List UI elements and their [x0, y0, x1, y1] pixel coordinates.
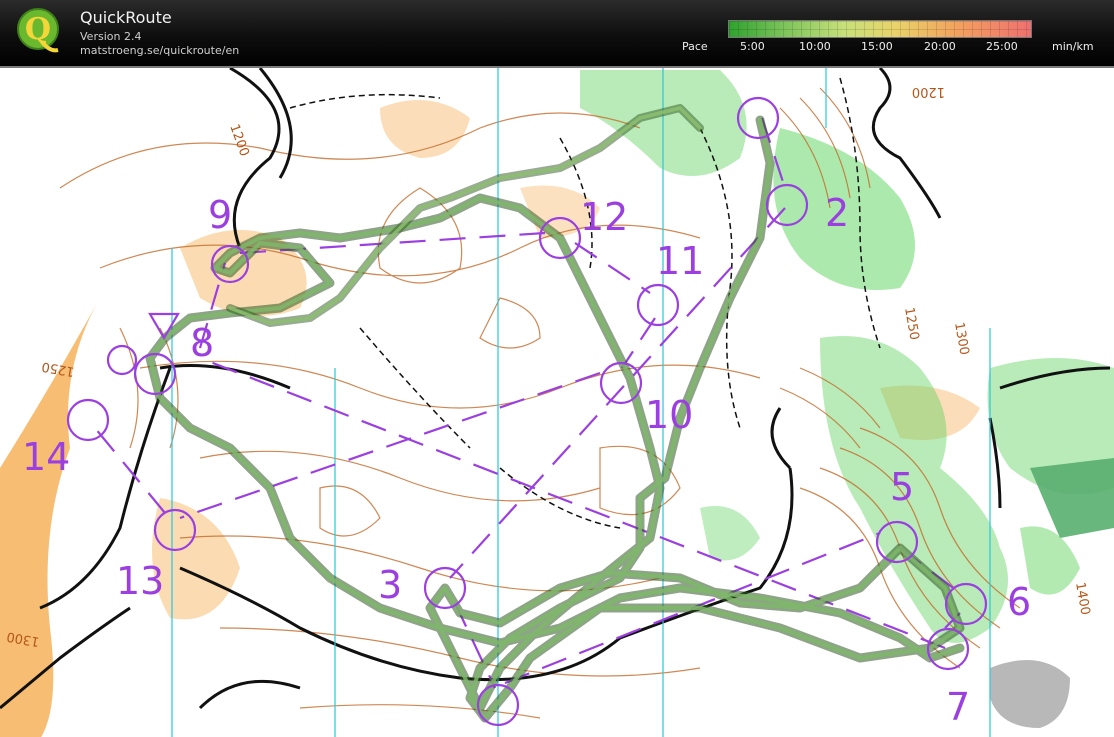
- control-number: 2: [825, 191, 849, 235]
- control-number: 3: [378, 563, 402, 607]
- svg-text:Q: Q: [25, 12, 51, 47]
- contour-height-label: 1400: [1072, 581, 1093, 616]
- control-number: 5: [890, 465, 914, 509]
- control-number: 7: [946, 685, 970, 729]
- contour-height-label: 1200: [226, 122, 251, 158]
- contour-height-label: 1250: [901, 306, 922, 341]
- app-url-link[interactable]: matstroeng.se/quickroute/en: [80, 44, 239, 57]
- control-number: 9: [208, 193, 232, 237]
- control-number: 14: [22, 435, 70, 479]
- app-version: Version 2.4: [80, 30, 142, 43]
- pace-tick-label: 5:00: [740, 40, 765, 53]
- control-number: 10: [645, 393, 693, 437]
- pace-tick-label: 20:00: [924, 40, 956, 53]
- app-title: QuickRoute: [80, 8, 172, 27]
- app-header: Q QuickRoute Version 2.4 matstroeng.se/q…: [0, 0, 1114, 66]
- map-canvas[interactable]: 2 3 5 6 7 8 9 10 11 12 13 14 1200 1200 1…: [0, 68, 1114, 737]
- pace-tick-label: 10:00: [799, 40, 831, 53]
- control-number: 11: [656, 239, 704, 283]
- quickroute-logo-icon: Q: [16, 6, 62, 56]
- control-number: 13: [116, 559, 164, 603]
- control-number: 12: [580, 195, 628, 239]
- orienteering-map[interactable]: 2 3 5 6 7 8 9 10 11 12 13 14 1200 1200 1…: [0, 66, 1114, 737]
- contour-height-label: 1200: [912, 84, 945, 99]
- control-number: 6: [1007, 580, 1031, 624]
- pace-legend: Pace 5:00 10:00 15:00 20:00 25:00 min/km: [680, 18, 1100, 58]
- pace-color-scale: [728, 20, 1032, 38]
- pace-unit-label: min/km: [1052, 40, 1094, 53]
- pace-tick-label: 15:00: [861, 40, 893, 53]
- pace-tick-label: 25:00: [986, 40, 1018, 53]
- control-number: 8: [190, 321, 214, 365]
- contour-height-label: 1300: [951, 321, 972, 356]
- vegetation-areas: [580, 70, 1114, 643]
- rocky-area: [990, 660, 1070, 728]
- pace-label: Pace: [682, 40, 708, 53]
